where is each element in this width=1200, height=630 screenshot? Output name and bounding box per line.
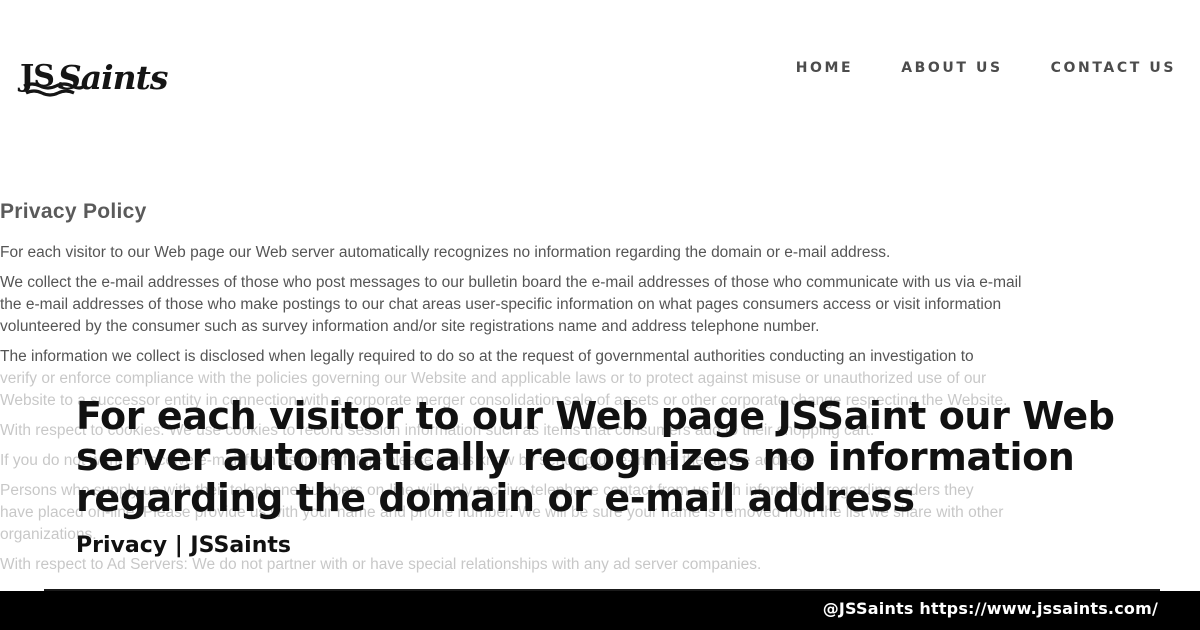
main-nav: HOME ABOUT US CONTACT US — [796, 60, 1176, 76]
nav-contact-us[interactable]: CONTACT US — [1051, 60, 1176, 76]
share-caption-subtitle: Privacy | JSSaints — [76, 533, 291, 558]
privacy-policy-section: Privacy Policy For each visitor to our W… — [0, 200, 1200, 584]
logo-waves-icon — [23, 82, 86, 97]
nav-about-us[interactable]: ABOUT US — [901, 60, 1002, 76]
paragraph-line: For each visitor to our Web page our Web… — [0, 244, 891, 261]
paragraph-line: The information we collect is disclosed … — [0, 348, 974, 365]
footer-handle-url[interactable]: @JSSaints https://www.jssaints.com/ — [823, 599, 1158, 618]
share-card: JS Saints HOME ABOUT US CONTACT US Priva… — [0, 0, 1200, 630]
page-title: Privacy Policy — [0, 200, 147, 223]
paragraph-line: verify or enforce compliance with the po… — [0, 370, 987, 387]
footer-bar: @JSSaints https://www.jssaints.com/ — [0, 591, 1200, 630]
nav-home[interactable]: HOME — [796, 60, 854, 76]
paragraph-line: We collect the e-mail addresses of those… — [0, 274, 1022, 291]
site-logo[interactable]: JS Saints — [20, 52, 168, 102]
policy-paragraph: We collect the e-mail addresses of those… — [0, 272, 1200, 338]
paragraph-line: volunteered by the consumer such as surv… — [0, 318, 820, 335]
share-caption-title: For each visitor to our Web page JSSaint… — [76, 394, 1115, 520]
paragraph-line: the e-mail addresses of those who make p… — [0, 296, 1002, 313]
policy-paragraph: For each visitor to our Web page our Web… — [0, 242, 1200, 264]
